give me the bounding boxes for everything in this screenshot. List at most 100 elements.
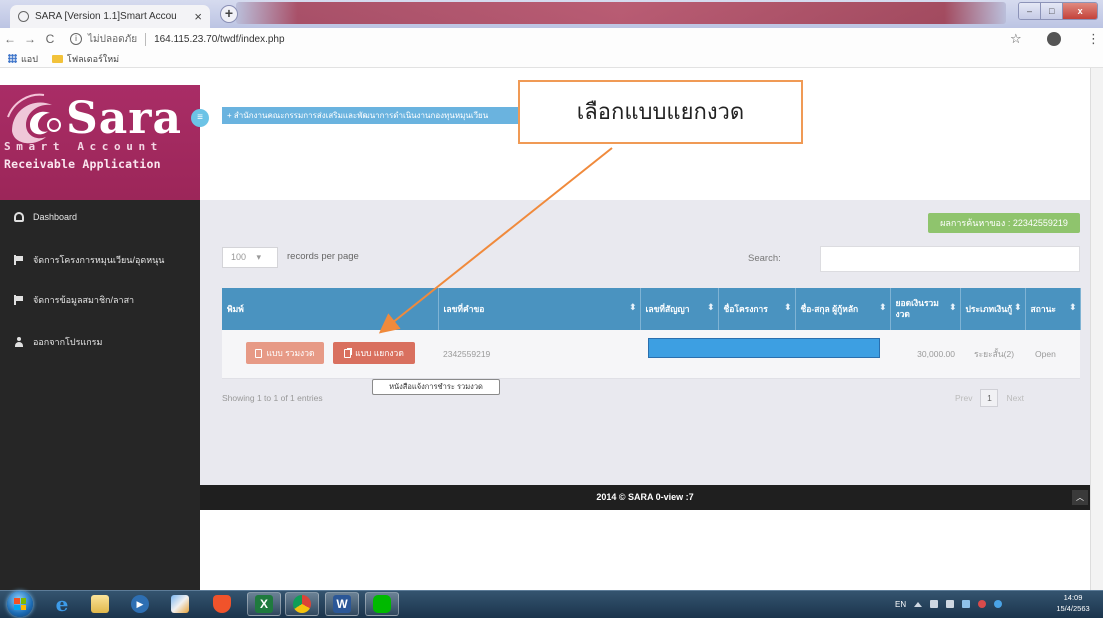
records-per-page-value: 100 — [231, 252, 247, 262]
sidebar-item-label: ออกจากโปรแกรม — [33, 337, 103, 347]
print-split-button[interactable]: แบบ แยกงวด — [333, 342, 415, 364]
language-indicator[interactable]: EN — [895, 600, 906, 609]
reload-icon[interactable]: C — [40, 32, 60, 46]
globe-icon — [18, 11, 29, 22]
back-arrow-icon[interactable]: ← — [0, 32, 20, 46]
internet-explorer-icon: e — [55, 592, 69, 616]
clock-time: 14:09 — [1063, 593, 1083, 602]
page-bottom-area — [200, 510, 1090, 590]
maximize-button[interactable]: □ — [1041, 3, 1064, 19]
chevron-down-icon: ▾ — [256, 252, 262, 262]
cell-status: Open — [1025, 330, 1080, 379]
column-header-loan-type[interactable]: ประเภทเงินกู้ ⬍ — [960, 288, 1026, 330]
taskbar-paint[interactable] — [163, 592, 197, 616]
bookmark-label: โฟลเดอร์ใหม่ — [66, 53, 120, 64]
app-logo[interactable]: Sara Smart Account Receivable Applicatio… — [0, 85, 200, 200]
result-badge: ผลการค้นหาของ : 22342559219 — [928, 213, 1080, 233]
bookmark-folder[interactable]: โฟลเดอร์ใหม่ — [51, 52, 120, 66]
taskbar-excel[interactable]: X — [247, 592, 281, 616]
clock-date: 15/4/2563 — [1056, 604, 1090, 613]
column-header-status[interactable]: สถานะ ⬍ — [1025, 288, 1081, 330]
bookmark-apps[interactable]: แอป — [8, 52, 38, 66]
address-divider — [145, 32, 147, 46]
scroll-to-top-button[interactable]: ︿ — [1072, 490, 1088, 505]
sidebar-toggle-button[interactable]: ≡ — [191, 109, 209, 127]
column-header-project[interactable]: ชื่อโครงการ ⬍ — [718, 288, 796, 330]
column-header-print: พิมพ์ — [222, 288, 439, 330]
security-label[interactable]: ไม่ปลอดภัย — [88, 32, 137, 47]
bookmark-star-icon[interactable]: ☆ — [1010, 31, 1022, 47]
account-icon[interactable] — [1047, 32, 1062, 46]
sidebar-item-dashboard[interactable]: Dashboard — [0, 200, 200, 234]
sort-icon[interactable]: ⬍ — [784, 302, 792, 313]
sidebar-item-projects[interactable]: จัดการโครงการหมุนเวียน/อุดหนุน — [0, 243, 200, 277]
minimize-button[interactable]: – — [1019, 3, 1042, 19]
header-label: เลขที่สัญญา — [645, 303, 690, 314]
contracts-table: พิมพ์ เลขที่คำขอ ⬍ เลขที่สัญญา ⬍ ชื่อโครงก… — [222, 288, 1081, 379]
taskbar-clock[interactable]: 14:09 15/4/2563 — [1050, 592, 1096, 616]
site-info-icon[interactable]: i — [70, 33, 82, 45]
start-button[interactable] — [7, 591, 33, 617]
column-header-borrower[interactable]: ชื่อ-สกุล ผู้กู้หลัก ⬍ — [795, 288, 891, 330]
taskbar-chrome[interactable] — [285, 592, 319, 616]
pagination-next[interactable]: Next — [1006, 393, 1023, 403]
sort-icon[interactable]: ⬍ — [1069, 302, 1077, 313]
dashboard-icon — [14, 212, 24, 222]
network-signal-icon[interactable] — [946, 600, 955, 608]
sidebar-item-label: จัดการข้อมูลสมาชิก/ลาสา — [33, 295, 135, 305]
system-tray: EN — [895, 592, 1045, 616]
header-label: สถานะ — [1030, 303, 1056, 314]
tray-app-icon[interactable] — [994, 600, 1003, 608]
address-bar-actions: ☆ ⋮ — [1010, 30, 1100, 48]
sort-icon[interactable]: ⬍ — [629, 302, 637, 313]
column-header-total-amount[interactable]: ยอดเงินรวม งวด ⬍ — [890, 288, 961, 330]
show-hidden-icons-icon[interactable] — [914, 601, 923, 607]
pagination-prev[interactable]: Prev — [955, 393, 972, 403]
sort-icon[interactable]: ⬍ — [949, 302, 957, 313]
sort-icon[interactable]: ⬍ — [707, 302, 715, 313]
excel-icon: X — [255, 595, 273, 613]
sidebar-item-logout[interactable]: ออกจากโปรแกรม — [0, 325, 200, 359]
paint-icon — [171, 595, 189, 613]
header-label: ชื่อ-สกุล ผู้กู้หลัก — [800, 303, 859, 314]
sidebar: Dashboard จัดการโครงการหมุนเวียน/อุดหนุน… — [0, 200, 200, 590]
search-input[interactable] — [820, 246, 1080, 272]
organization-label: + สำนักงานคณะกรรมการส่งเสริมและพัฒนาการด… — [222, 107, 540, 124]
redaction-box — [648, 338, 880, 358]
browser-tab-active[interactable]: SARA [Version 1.1]Smart Accou × — [10, 5, 210, 28]
print-combined-button[interactable]: แบบ รวมงวด — [246, 342, 324, 364]
sort-icon[interactable]: ⬍ — [879, 302, 887, 313]
pagination-page-1[interactable]: 1 — [980, 389, 999, 407]
header-label: ชื่อโครงการ — [723, 303, 768, 314]
taskbar-file-explorer[interactable] — [83, 592, 117, 616]
tab-close-icon[interactable]: × — [194, 9, 202, 24]
logo-tagline-2: Receivable Application — [4, 157, 161, 171]
menu-icon[interactable]: ⋮ — [1087, 31, 1100, 47]
media-player-icon: ▶ — [131, 595, 149, 613]
taskbar-word[interactable]: W — [325, 592, 359, 616]
forward-arrow-icon[interactable]: → — [20, 32, 40, 46]
close-window-button[interactable]: x — [1063, 3, 1097, 19]
column-header-request-no[interactable]: เลขที่คำขอ ⬍ — [438, 288, 641, 330]
cell-loan-type: ระยะสั้น(2) — [960, 330, 1025, 379]
brave-browser-icon — [213, 595, 231, 613]
network-icon[interactable] — [962, 600, 971, 608]
page-scrollbar[interactable] — [1090, 68, 1103, 590]
user-icon — [14, 337, 24, 347]
taskbar-media-player[interactable]: ▶ — [123, 592, 157, 616]
speaker-icon[interactable] — [930, 600, 939, 608]
flag-icon — [14, 295, 24, 305]
taskbar-line[interactable] — [365, 592, 399, 616]
taskbar-brave[interactable] — [205, 592, 239, 616]
sort-icon[interactable]: ⬍ — [1014, 302, 1022, 313]
column-header-contract-no[interactable]: เลขที่สัญญา ⬍ — [640, 288, 719, 330]
annotation-callout: เลือกแบบแยกงวด — [518, 80, 803, 144]
taskbar-internet-explorer[interactable]: e — [45, 592, 79, 616]
sidebar-item-members[interactable]: จัดการข้อมูลสมาชิก/ลาสา — [0, 283, 200, 317]
logo-name: Sara — [66, 93, 182, 144]
records-per-page-select[interactable]: 100 ▾ — [222, 247, 278, 268]
tray-app-icon[interactable] — [978, 600, 987, 608]
new-tab-button[interactable]: + — [220, 5, 238, 23]
url-field[interactable]: 164.115.23.70/twdf/index.php — [154, 34, 284, 45]
button-tooltip: หนังสือแจ้งการชำระ รวมงวด — [372, 379, 500, 395]
